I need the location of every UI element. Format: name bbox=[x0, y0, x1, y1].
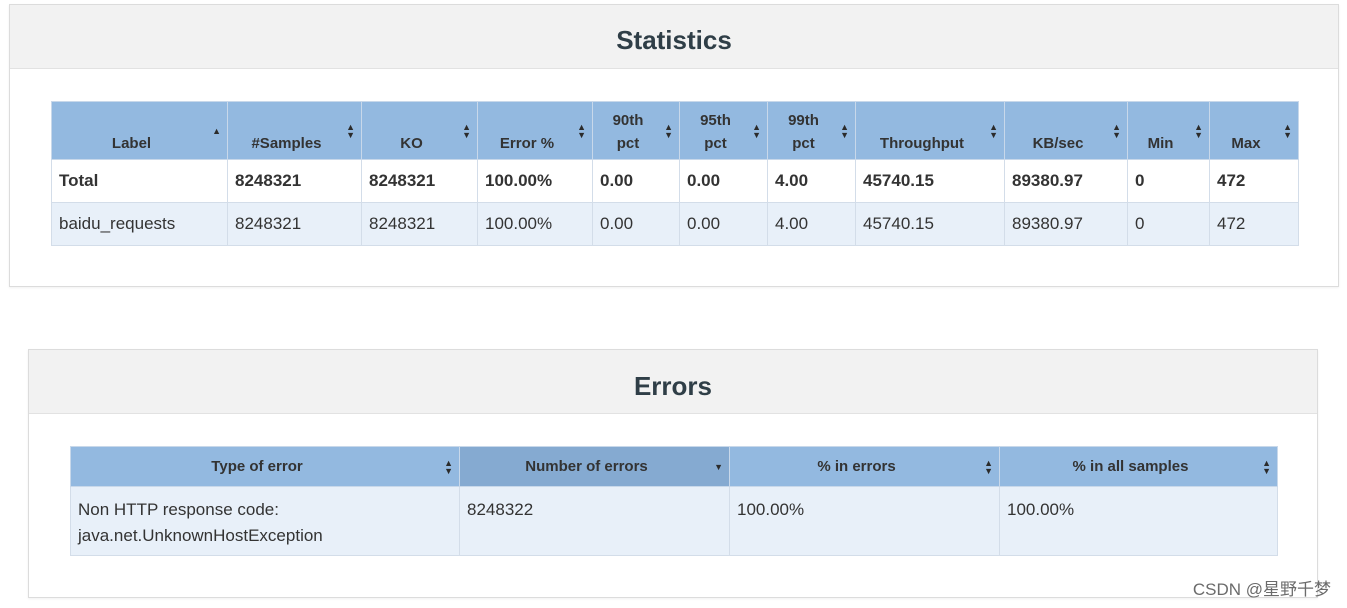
stats-cell: 472 bbox=[1209, 159, 1299, 203]
sort-both-icon: ▲ ▼ bbox=[462, 121, 471, 140]
sort-both-icon: ▲ ▼ bbox=[752, 121, 761, 140]
col-pct-in-errors[interactable]: % in errors ▲ ▼ bbox=[729, 446, 1000, 487]
stats-col-6[interactable]: 99th pct ▲ ▼ bbox=[767, 101, 856, 160]
sort-both-icon: ▲ ▼ bbox=[1283, 121, 1292, 140]
stats-col-label: Label bbox=[111, 135, 152, 152]
sort-both-icon: ▲ ▼ bbox=[984, 457, 993, 476]
sort-asc-icon: ▲ bbox=[212, 125, 221, 136]
stats-cell: 8248321 bbox=[361, 202, 478, 246]
stats-cell: 0 bbox=[1127, 202, 1210, 246]
stats-col-label-line2: pct bbox=[792, 135, 815, 152]
stats-cell: baidu_requests bbox=[51, 202, 228, 246]
stats-cell: 8248321 bbox=[227, 159, 362, 203]
stats-col-7[interactable]: Throughput ▲ ▼ bbox=[855, 101, 1005, 160]
stats-cell: 89380.97 bbox=[1004, 202, 1128, 246]
stats-cell: 0.00 bbox=[679, 159, 768, 203]
stats-col-4[interactable]: 90th pct ▲ ▼ bbox=[592, 101, 680, 160]
error-pct-all-cell: 100.00% bbox=[999, 486, 1278, 556]
statistics-table: Label ▲ #Samples ▲ ▼ KO ▲ ▼ Error % ▲ ▼ 90th pct ▲ ▼ 95… bbox=[51, 101, 1299, 246]
statistics-panel: Statistics Label ▲ #Samples ▲ ▼ KO ▲ ▼ Error % ▲ ▼… bbox=[9, 4, 1339, 287]
errors-header-row: Type of error ▲ ▼ Number of errors ▼ % in e… bbox=[70, 446, 1278, 487]
stats-col-2[interactable]: KO ▲ ▼ bbox=[361, 101, 478, 160]
statistics-total-row: Total 8248321 8248321 100.00% 0.00 0.00 4.00 45… bbox=[51, 159, 1299, 203]
sort-both-icon: ▲ ▼ bbox=[1112, 121, 1121, 140]
stats-col-label: KB/sec bbox=[1032, 135, 1084, 152]
col-number-of-errors-label: Number of errors bbox=[525, 458, 648, 475]
stats-col-label: 90th bbox=[612, 112, 644, 129]
stats-col-label: KO bbox=[400, 135, 423, 152]
error-count-cell: 8248322 bbox=[459, 486, 730, 556]
stats-cell: 45740.15 bbox=[855, 202, 1005, 246]
stats-col-5[interactable]: 95th pct ▲ ▼ bbox=[679, 101, 768, 160]
sort-both-icon: ▲ ▼ bbox=[664, 121, 673, 140]
stats-col-label: 95th bbox=[700, 112, 731, 129]
error-type-cell: Non HTTP response code: java.net.Unknown… bbox=[70, 486, 460, 556]
stats-col-label-line2: pct bbox=[616, 135, 640, 152]
stats-col-label: Min bbox=[1147, 135, 1174, 152]
stats-col-9[interactable]: Min ▲ ▼ bbox=[1127, 101, 1210, 160]
stats-col-label: Max bbox=[1231, 135, 1261, 152]
errors-panel: Errors Type of error ▲ ▼ Number of errors ▼… bbox=[28, 349, 1318, 598]
col-pct-in-all-samples-label: % in all samples bbox=[1072, 458, 1189, 475]
col-pct-in-errors-label: % in errors bbox=[817, 458, 896, 475]
stats-col-1[interactable]: #Samples ▲ ▼ bbox=[227, 101, 362, 160]
sort-both-icon: ▲ ▼ bbox=[840, 121, 849, 140]
errors-title: Errors bbox=[29, 350, 1317, 414]
stats-cell: 100.00% bbox=[477, 159, 593, 203]
sort-both-icon: ▲ ▼ bbox=[1194, 121, 1203, 140]
stats-col-label: 99th bbox=[788, 112, 819, 129]
stats-cell: 0.00 bbox=[679, 202, 768, 246]
errors-row: Non HTTP response code: java.net.Unknown… bbox=[70, 486, 1278, 556]
stats-cell: 4.00 bbox=[767, 202, 856, 246]
col-type-of-error[interactable]: Type of error ▲ ▼ bbox=[70, 446, 460, 487]
sort-both-icon: ▲ ▼ bbox=[577, 121, 586, 140]
statistics-row-baidu-requests: baidu_requests 8248321 8248321 100.00% 0.00 0… bbox=[51, 202, 1299, 246]
stats-cell: 0.00 bbox=[592, 159, 680, 203]
statistics-header-row: Label ▲ #Samples ▲ ▼ KO ▲ ▼ Error % ▲ ▼ 90th pct ▲ ▼ 95… bbox=[51, 101, 1299, 160]
stats-cell: 0.00 bbox=[592, 202, 680, 246]
error-type-line1: Non HTTP response code: bbox=[78, 500, 279, 519]
stats-col-label: Throughput bbox=[879, 135, 965, 152]
error-pct-errors-cell: 100.00% bbox=[729, 486, 1000, 556]
sort-both-icon: ▲ ▼ bbox=[346, 121, 355, 140]
sort-desc-icon: ▼ bbox=[714, 461, 723, 472]
sort-both-icon: ▲ ▼ bbox=[444, 457, 453, 476]
error-type-line2: java.net.UnknownHostException bbox=[78, 526, 323, 545]
sort-both-icon: ▲ ▼ bbox=[1262, 457, 1271, 476]
stats-cell: 100.00% bbox=[477, 202, 593, 246]
stats-col-3[interactable]: Error % ▲ ▼ bbox=[477, 101, 593, 160]
stats-col-0[interactable]: Label ▲ bbox=[51, 101, 228, 160]
stats-cell: 45740.15 bbox=[855, 159, 1005, 203]
stats-col-10[interactable]: Max ▲ ▼ bbox=[1209, 101, 1299, 160]
stats-cell: 8248321 bbox=[227, 202, 362, 246]
stats-cell: 472 bbox=[1209, 202, 1299, 246]
stats-cell: 4.00 bbox=[767, 159, 856, 203]
errors-table: Type of error ▲ ▼ Number of errors ▼ % in e… bbox=[70, 446, 1278, 556]
col-pct-in-all-samples[interactable]: % in all samples ▲ ▼ bbox=[999, 446, 1278, 487]
sort-both-icon: ▲ ▼ bbox=[989, 121, 998, 140]
stats-col-label: Error % bbox=[499, 135, 555, 152]
col-type-of-error-label: Type of error bbox=[211, 458, 303, 475]
stats-col-label: #Samples bbox=[251, 135, 322, 152]
stats-col-8[interactable]: KB/sec ▲ ▼ bbox=[1004, 101, 1128, 160]
stats-cell: 8248321 bbox=[361, 159, 478, 203]
stats-cell: 0 bbox=[1127, 159, 1210, 203]
stats-col-label-line2: pct bbox=[704, 135, 727, 152]
stats-cell: 89380.97 bbox=[1004, 159, 1128, 203]
col-number-of-errors[interactable]: Number of errors ▼ bbox=[459, 446, 730, 487]
watermark: CSDN @星野千梦 bbox=[1192, 580, 1331, 599]
stats-cell: Total bbox=[51, 159, 228, 203]
statistics-title: Statistics bbox=[10, 5, 1338, 69]
